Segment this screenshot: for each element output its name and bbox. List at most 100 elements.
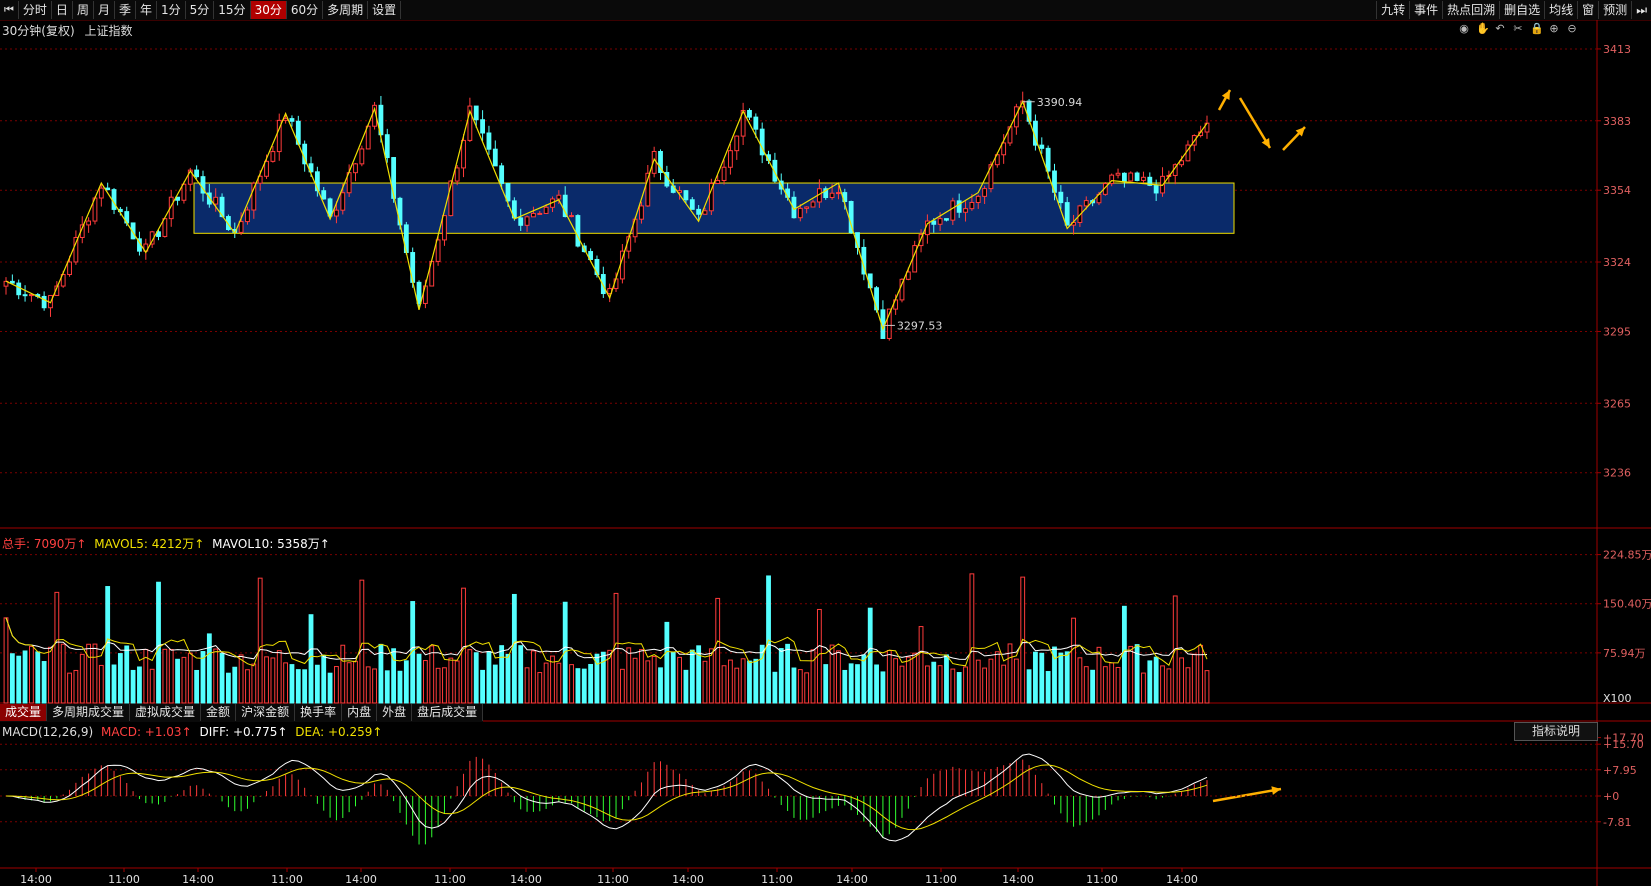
volume-bar xyxy=(994,651,1000,704)
volume-bar xyxy=(988,658,994,704)
candle-body xyxy=(213,196,219,205)
volume-bar xyxy=(200,651,206,704)
volume-bar xyxy=(340,644,346,704)
volume-bar xyxy=(937,665,943,704)
volume-bar xyxy=(1083,666,1089,704)
candle-body xyxy=(505,182,511,202)
volume-bar xyxy=(880,671,886,704)
candle-body xyxy=(492,148,498,167)
volume-bar xyxy=(1064,651,1070,704)
time-label: 14:00 xyxy=(1166,873,1198,886)
candle-body xyxy=(283,118,289,121)
price-annotation-label: 3297.53 xyxy=(897,319,943,332)
volume-bar xyxy=(16,655,22,704)
volume-bar xyxy=(982,667,987,704)
volume-bar xyxy=(918,626,924,704)
volume-bar xyxy=(550,655,555,704)
candle-body xyxy=(969,201,975,210)
volume-bar xyxy=(467,649,473,704)
candle-body xyxy=(753,116,759,130)
volume-bar xyxy=(251,663,257,704)
indicator-tab[interactable]: 换手率 xyxy=(295,704,343,721)
macd-header: MACD(12,26,9) MACD: +1.03↑ DIFF: +0.775↑… xyxy=(2,725,382,739)
candle-body xyxy=(1001,142,1007,156)
indicator-explain-button[interactable]: 指标说明 xyxy=(1514,722,1598,741)
indicator-tab[interactable]: 成交量 xyxy=(0,704,48,721)
candle-body xyxy=(473,105,479,121)
volume-bar xyxy=(905,656,911,704)
volume-bar xyxy=(1204,670,1210,704)
candle-body xyxy=(98,187,104,199)
volume-bar xyxy=(60,643,66,704)
volume-bar xyxy=(658,667,663,704)
volume-bar xyxy=(740,658,746,704)
volume-header: 总手: 7090万↑ MAVOL5: 4212万↑ MAVOL10: 5358万… xyxy=(2,535,330,552)
volume-bar xyxy=(245,669,250,704)
indicator-tab[interactable]: 沪深金额 xyxy=(236,704,296,721)
volume-bar xyxy=(1141,672,1146,704)
candle-body xyxy=(270,151,276,162)
volume-bar xyxy=(149,668,155,704)
volume-bar xyxy=(1179,657,1184,704)
volume-bar xyxy=(353,660,358,704)
volume-bar xyxy=(912,652,918,704)
volume-bar xyxy=(893,658,899,704)
volume-bar xyxy=(664,621,670,704)
candle-body xyxy=(524,216,530,226)
time-label: 11:00 xyxy=(108,873,140,886)
indicator-tab[interactable]: 多周期成交量 xyxy=(47,704,131,721)
price-tick-label: 3324 xyxy=(1603,256,1631,269)
volume-bar xyxy=(98,664,104,704)
volume-bar xyxy=(480,669,485,704)
time-label: 14:00 xyxy=(345,873,377,886)
volume-bar xyxy=(448,657,454,704)
candle-body xyxy=(715,179,721,185)
volume-bar xyxy=(855,664,860,704)
candle-body xyxy=(518,217,524,226)
macd-tick-label: -7.81 xyxy=(1603,816,1631,829)
volume-bar xyxy=(314,664,320,704)
time-label: 11:00 xyxy=(271,873,303,886)
indicator-tab[interactable]: 金额 xyxy=(201,704,237,721)
volume-bar xyxy=(836,650,841,704)
price-tick-label: 3354 xyxy=(1603,184,1631,197)
indicator-tab[interactable]: 虚拟成交量 xyxy=(130,704,202,721)
volume-bar xyxy=(575,668,581,704)
price-tick-label: 3295 xyxy=(1603,325,1631,338)
volume-bar xyxy=(944,654,949,704)
candle-body xyxy=(1083,200,1089,207)
volume-bar xyxy=(721,665,727,704)
volume-bar xyxy=(365,666,371,704)
indicator-tab[interactable]: 盘后成交量 xyxy=(412,704,484,721)
volume-bar xyxy=(492,664,498,704)
volume-bar xyxy=(931,661,937,704)
price-tick-label: 3413 xyxy=(1603,43,1631,56)
candle-body xyxy=(569,215,574,218)
chart-canvas[interactable]: 3413 3383 3354 3324 3295 3265 3236 3390.94 3297.… xyxy=(0,0,1651,886)
volume-bar xyxy=(1109,662,1115,704)
candle-body xyxy=(22,294,28,297)
volume-bar xyxy=(429,645,435,704)
volume-bar xyxy=(1001,664,1007,704)
volume-bar xyxy=(816,608,822,704)
candle-body xyxy=(245,209,250,223)
indicator-tab[interactable]: 内盘 xyxy=(342,704,378,721)
volume-bar xyxy=(1147,660,1153,704)
time-label: 11:00 xyxy=(597,873,629,886)
volume-bar xyxy=(766,575,771,704)
macd-name: MACD(12,26,9) xyxy=(2,725,94,739)
price-tick-label: 3265 xyxy=(1603,397,1631,410)
volume-bar xyxy=(1071,617,1076,704)
candle-body xyxy=(454,167,460,182)
candle-body xyxy=(442,215,447,241)
volume-bar xyxy=(435,667,441,704)
volume-bar xyxy=(486,651,492,704)
volume-bar xyxy=(397,670,403,704)
volume-bar xyxy=(1096,646,1102,704)
indicator-tab[interactable]: 外盘 xyxy=(377,704,413,721)
volume-bar xyxy=(1166,668,1172,704)
time-label: 14:00 xyxy=(182,873,214,886)
volume-bar xyxy=(518,645,524,704)
candle-body xyxy=(16,282,22,296)
candle-body xyxy=(1045,147,1051,172)
